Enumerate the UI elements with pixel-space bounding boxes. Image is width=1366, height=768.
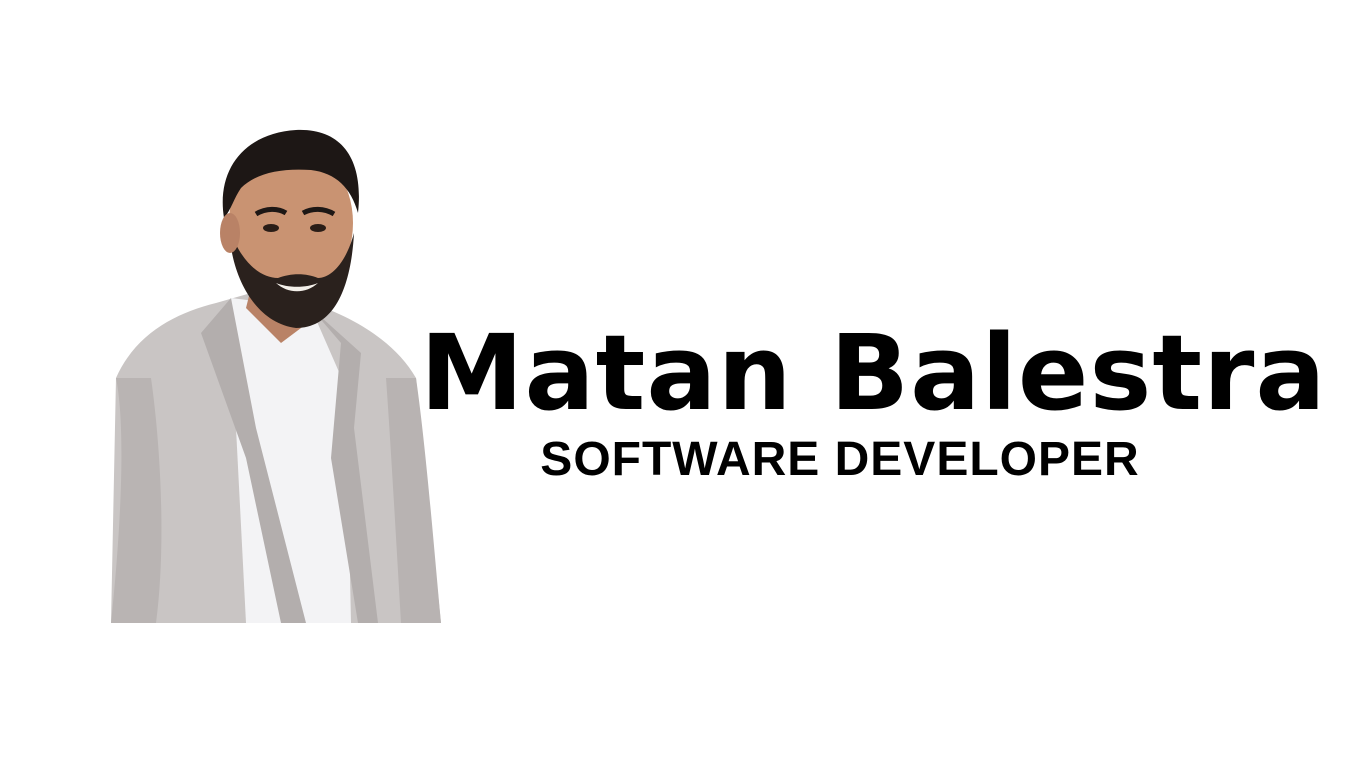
profile-name: Matan Balestra bbox=[420, 312, 1327, 434]
profile-title: SOFTWARE DEVELOPER bbox=[540, 433, 1140, 486]
portrait-photo bbox=[96, 128, 446, 628]
banner: Matan Balestra SOFTWARE DEVELOPER bbox=[0, 0, 1366, 768]
